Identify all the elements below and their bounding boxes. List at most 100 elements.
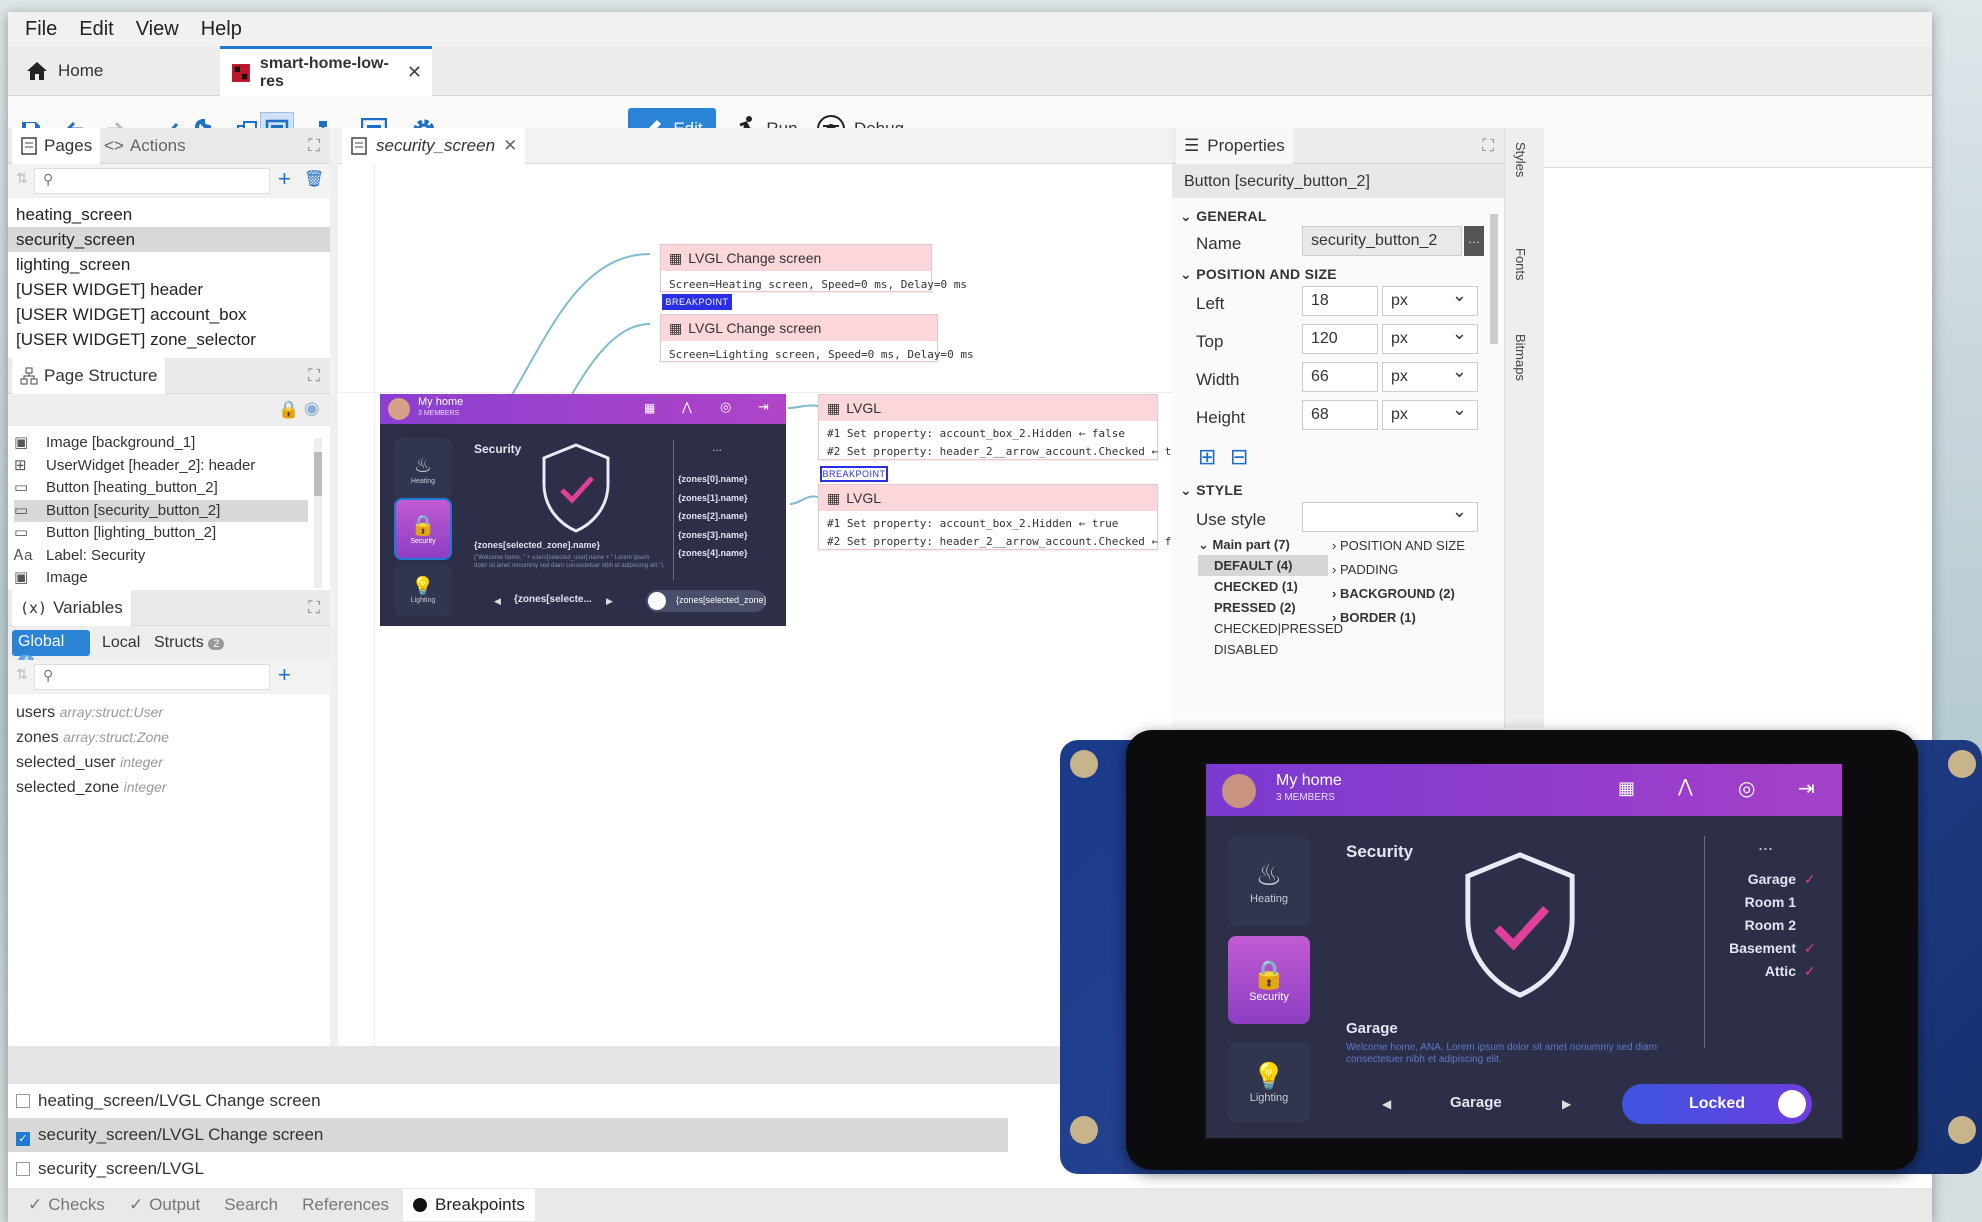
maximize-icon[interactable]: ⛶ <box>308 598 320 618</box>
name-field[interactable]: security_button_2 <box>1302 226 1462 256</box>
tab-page-structure[interactable]: Page Structure <box>12 358 166 394</box>
arrow-right-icon[interactable]: ▶ <box>606 596 613 607</box>
breakpoint-item[interactable]: heating_screen/LVGL Change screen <box>8 1084 1008 1118</box>
tab-security-screen[interactable]: security_screen ✕ <box>342 128 526 164</box>
menu-edit[interactable]: Edit <box>68 18 124 41</box>
tree-item[interactable]: ▣ Image [background_1] <box>14 432 308 455</box>
group-border[interactable]: › BORDER (1) <box>1332 606 1472 630</box>
tab-project[interactable]: smart-home-low-res ✕ <box>220 46 432 96</box>
properties-scrollbar[interactable] <box>1490 214 1498 344</box>
security-button[interactable]: 🔒 Security <box>394 498 452 560</box>
tab-actions[interactable]: <> Actions <box>96 128 194 164</box>
tree-item-selected[interactable]: ▭ Button [security_button_2] <box>14 499 308 522</box>
align-middle-icon[interactable]: ⊟ <box>1230 444 1248 470</box>
tree-item[interactable]: ⊞ UserWidget [header_2]: header <box>14 455 308 478</box>
tab-breakpoints[interactable]: Breakpoints <box>403 1189 535 1221</box>
zone-item[interactable]: {zones[4].name} <box>678 544 748 563</box>
breakpoint-item[interactable]: security_screen/LVGL <box>8 1152 1008 1186</box>
width-unit-select[interactable]: px <box>1382 361 1478 392</box>
tab-global[interactable]: Global 4 <box>12 630 90 667</box>
breakpoint-badge[interactable]: BREAKPOINT <box>820 466 888 482</box>
tab-local[interactable]: Local <box>102 634 140 652</box>
page-item[interactable]: heating_screen <box>8 202 330 227</box>
state-checked[interactable]: CHECKED (1) <box>1198 576 1328 597</box>
breakpoint-badge[interactable]: BREAKPOINT <box>662 294 732 310</box>
left-unit-select[interactable]: px <box>1382 285 1478 316</box>
top-field[interactable]: 120 <box>1302 324 1378 354</box>
name-options-button[interactable]: … <box>1464 226 1484 256</box>
menu-help[interactable]: Help <box>190 18 253 41</box>
page-item[interactable]: [USER WIDGET] header <box>8 277 330 302</box>
maximize-icon[interactable]: ⛶ <box>308 366 320 386</box>
page-item[interactable]: lighting_screen <box>8 252 330 277</box>
height-field[interactable]: 68 <box>1302 400 1378 430</box>
tree-item[interactable]: ▣ Image <box>14 567 308 590</box>
zone-item[interactable]: {zones[3].name} <box>678 526 748 545</box>
tab-bitmaps[interactable]: Bitmaps <box>1513 334 1528 381</box>
action-node[interactable]: ▦ LVGL Change screen Screen=Lighting scre… <box>660 314 974 362</box>
tab-pages[interactable]: Pages <box>12 128 101 164</box>
close-icon[interactable]: ✕ <box>503 136 517 156</box>
top-unit-select[interactable]: px <box>1382 323 1478 354</box>
section-style[interactable]: ⌄ STYLE <box>1180 482 1243 499</box>
add-page-icon[interactable]: + <box>278 166 291 192</box>
width-field[interactable]: 66 <box>1302 362 1378 392</box>
left-field[interactable]: 18 <box>1302 286 1378 316</box>
screen-preview[interactable]: My home 3 MEMBERS ▦ ⋀ ◎ ⇥ ♨ Heating 🔒 Secu… <box>380 394 786 626</box>
action-node[interactable]: ▦ LVGL #1 Set property: account_box_2.Hid… <box>818 484 1198 550</box>
page-item-selected[interactable]: security_screen <box>8 227 330 252</box>
lock-icon[interactable]: 🔒 <box>278 400 299 420</box>
height-unit-select[interactable]: px <box>1382 399 1478 430</box>
variable-item[interactable]: selected_user integer <box>8 750 330 775</box>
breakpoint-item-selected[interactable]: ✓ security_screen/LVGL Change screen <box>8 1118 1008 1152</box>
group-background[interactable]: › BACKGROUND (2) <box>1332 582 1472 606</box>
variable-item[interactable]: zones array:struct:Zone <box>8 725 330 750</box>
tab-styles[interactable]: Styles <box>1513 142 1528 177</box>
calendar-icon[interactable]: ▦ <box>644 401 655 415</box>
align-center-icon[interactable]: ⊞ <box>1198 444 1216 470</box>
section-general[interactable]: ⌄ GENERAL <box>1180 208 1267 225</box>
breakpoint-checkbox[interactable] <box>16 1094 30 1108</box>
group-padding[interactable]: › PADDING <box>1332 558 1472 582</box>
heating-button[interactable]: ♨ Heating <box>394 438 452 500</box>
add-variable-icon[interactable]: + <box>278 662 291 688</box>
more-icon[interactable]: ... <box>712 440 722 454</box>
tab-structs[interactable]: Structs 2 <box>154 634 225 652</box>
structure-scrollbar[interactable] <box>314 438 322 588</box>
sort-icon[interactable]: ⇅ <box>16 666 28 683</box>
state-default[interactable]: DEFAULT (4) <box>1198 555 1328 576</box>
page-item[interactable]: [USER WIDGET] zone_selector <box>8 327 330 352</box>
eye-icon[interactable]: ◉ <box>304 398 320 419</box>
tree-item[interactable]: ▭ Button [lighting_button_2] <box>14 522 308 545</box>
tab-checks[interactable]: ✓ Checks <box>18 1189 115 1221</box>
zone-item[interactable]: {zones[0].name} <box>678 470 748 489</box>
splitter[interactable] <box>330 128 338 1046</box>
state-checked-pressed[interactable]: CHECKED|PRESSED <box>1198 618 1343 639</box>
variable-item[interactable]: selected_zone integer <box>8 775 330 800</box>
state-disabled[interactable]: DISABLED <box>1198 639 1328 660</box>
zone-item[interactable]: {zones[2].name} <box>678 507 748 526</box>
breakpoint-checkbox-checked[interactable]: ✓ <box>16 1132 30 1146</box>
lighting-button[interactable]: 💡 Lighting <box>394 564 452 616</box>
tab-home[interactable]: Home <box>18 46 218 96</box>
logout-icon[interactable]: ⇥ <box>758 399 769 415</box>
main-part-toggle[interactable]: ⌄ Main part (7) <box>1198 534 1328 555</box>
group-position[interactable]: › POSITION AND SIZE <box>1332 534 1472 558</box>
tab-variables[interactable]: (x) Variables <box>12 590 131 626</box>
pages-search-input[interactable]: ⚲ <box>34 168 270 194</box>
lock-toggle[interactable]: {zones[selected_zone].locked ? ...} <box>646 590 766 612</box>
variables-search-input[interactable]: ⚲ <box>34 664 270 690</box>
arrow-left-icon[interactable]: ◀ <box>494 596 501 607</box>
action-node[interactable]: ▦ LVGL Change screen Screen=Heating scree… <box>660 244 967 292</box>
delete-page-icon[interactable]: 🗑 <box>304 169 324 189</box>
zone-item[interactable]: {zones[1].name} <box>678 489 748 508</box>
close-icon[interactable]: ✕ <box>407 62 422 83</box>
tab-references[interactable]: References <box>292 1189 399 1221</box>
tree-item[interactable]: Ꭺa Label: Security <box>14 545 308 568</box>
tab-output[interactable]: ✓ Output <box>119 1189 210 1221</box>
page-item[interactable]: [USER WIDGET] account_box <box>8 302 330 327</box>
tree-item[interactable]: ▭ Button [heating_button_2] <box>14 477 308 500</box>
sort-icon[interactable]: ⇅ <box>16 170 28 187</box>
menu-file[interactable]: File <box>14 18 68 41</box>
variable-item[interactable]: users array:struct:User <box>8 700 330 725</box>
